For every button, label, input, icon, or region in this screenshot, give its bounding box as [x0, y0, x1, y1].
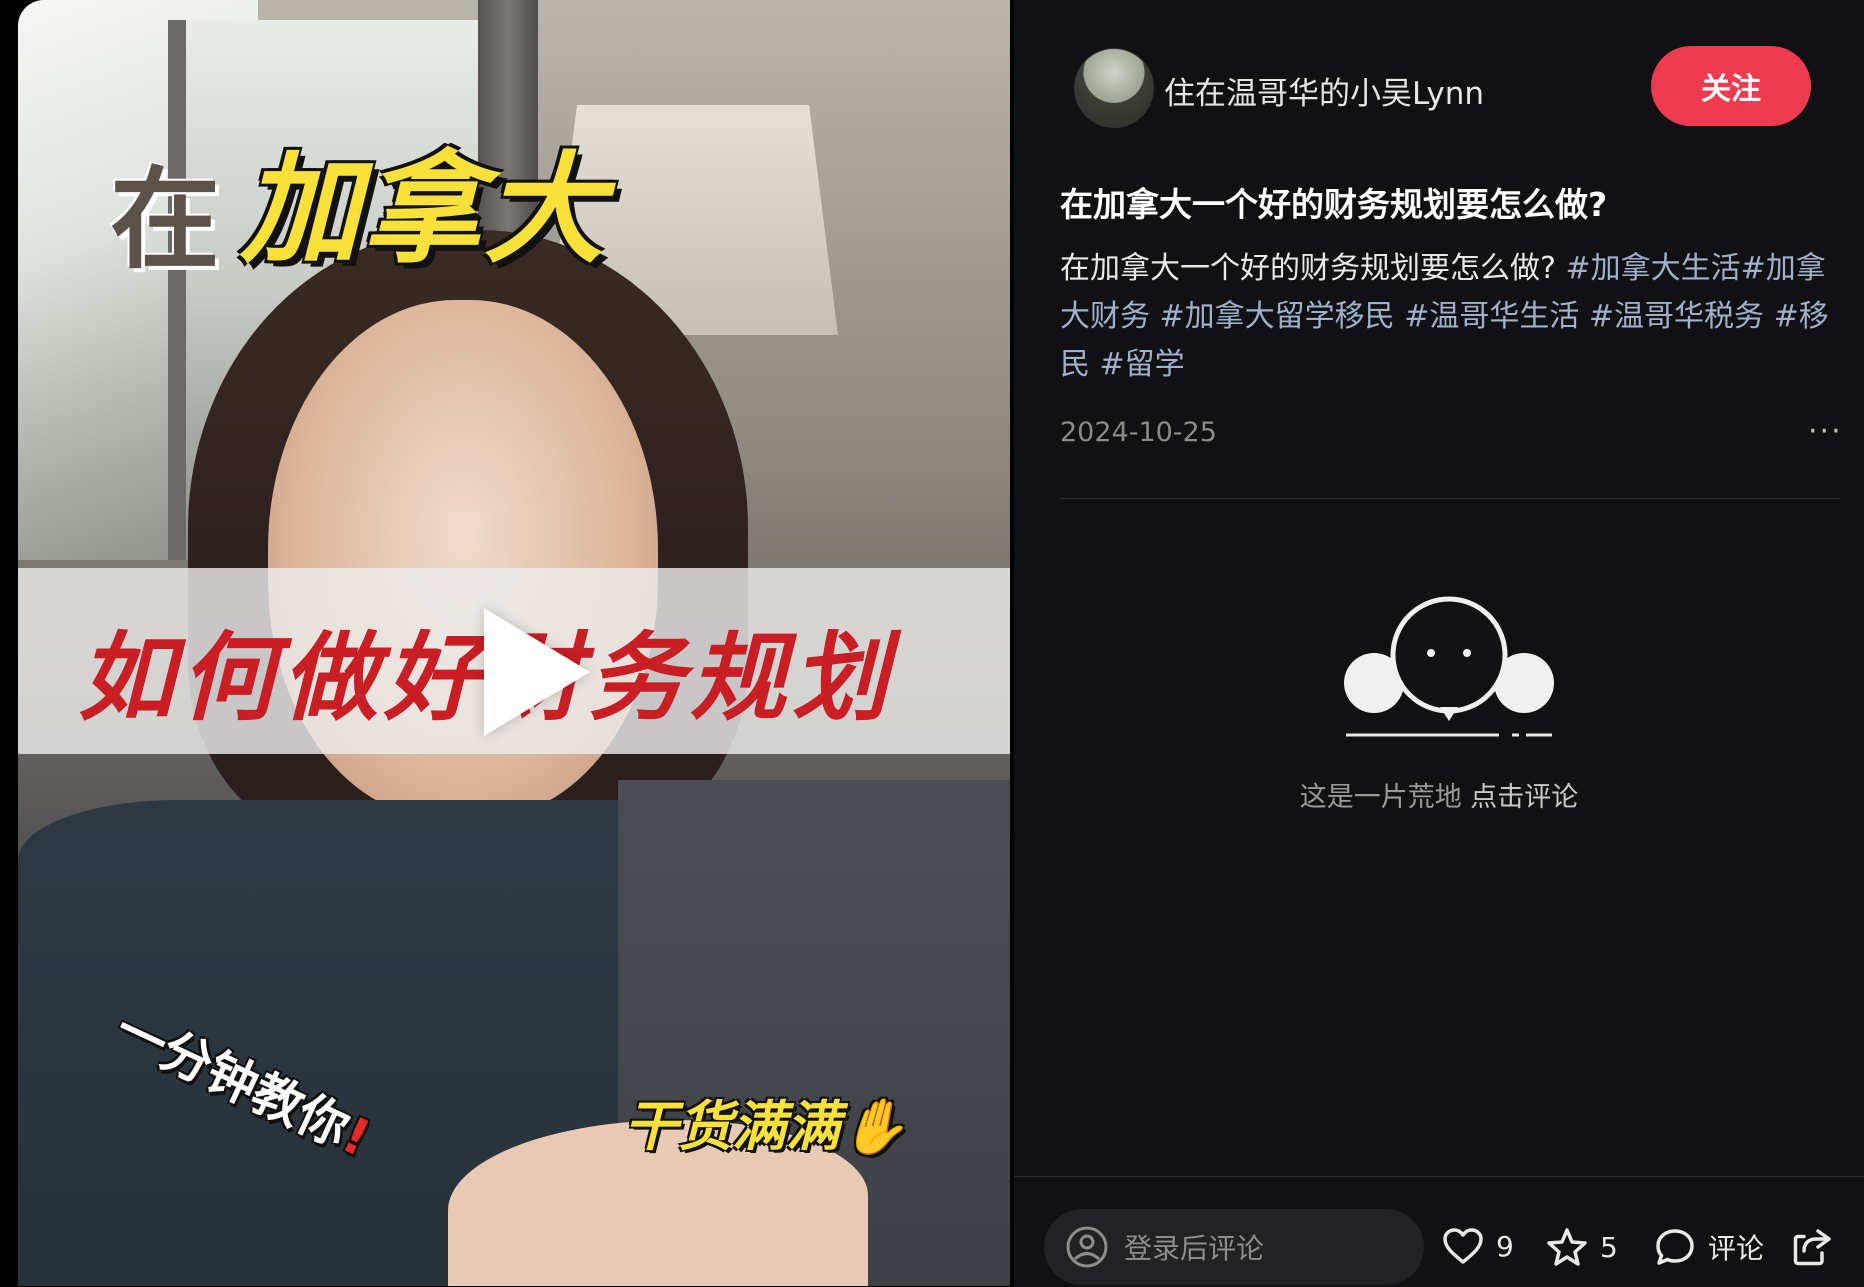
- comment-label: 评论: [1708, 1232, 1765, 1265]
- click-to-comment-link[interactable]: 点击评论: [1470, 782, 1578, 813]
- post-description: 在加拿大一个好的财务规划要怎么做? #加拿大生活#加拿大财务 #加拿大留学移民 …: [1060, 245, 1850, 389]
- page: 在 加拿大 如何做好财务规划 一分钟教你! 干货满满✋ 住在温哥华的小吴Lynn…: [0, 0, 1864, 1287]
- like-button[interactable]: 9: [1442, 1227, 1514, 1265]
- like-count: 9: [1496, 1229, 1514, 1263]
- video-caption-canada: 加拿大: [240, 141, 606, 280]
- divider: [1060, 498, 1840, 499]
- play-icon[interactable]: [484, 608, 590, 736]
- favorite-button[interactable]: 5: [1546, 1227, 1618, 1267]
- video-caption-full: 干货满满✋: [624, 1095, 908, 1158]
- more-options-icon[interactable]: ···: [1808, 414, 1843, 449]
- favorite-count: 5: [1600, 1230, 1618, 1264]
- share-button[interactable]: [1792, 1227, 1832, 1267]
- heart-icon: [1443, 1228, 1483, 1264]
- post-detail-panel: 住在温哥华的小吴Lynn 关注 在加拿大一个好的财务规划要怎么做? 在加拿大一个…: [1014, 0, 1864, 1287]
- empty-comments-label: 这是一片荒地: [1299, 782, 1462, 813]
- follow-button[interactable]: 关注: [1651, 46, 1811, 126]
- user-icon: [1066, 1226, 1108, 1268]
- comment-input[interactable]: 登录后评论: [1044, 1209, 1424, 1285]
- hashtag-link[interactable]: #加拿大留学移民: [1160, 299, 1395, 334]
- bottom-action-bar: 登录后评论 9 5 评论: [1014, 1176, 1864, 1287]
- video-player[interactable]: 在 加拿大 如何做好财务规划 一分钟教你! 干货满满✋: [18, 0, 1010, 1286]
- post-date: 2024-10-25: [1060, 417, 1217, 448]
- hashtag-link[interactable]: #温哥华税务: [1589, 299, 1764, 334]
- comment-bubble-icon: [1656, 1229, 1694, 1265]
- hashtag-link[interactable]: #温哥华生活: [1404, 299, 1579, 334]
- post-description-text: 在加拿大一个好的财务规划要怎么做?: [1060, 251, 1556, 286]
- comment-button[interactable]: 评论: [1654, 1227, 1764, 1267]
- hashtag-link[interactable]: #加拿大生活: [1565, 251, 1740, 286]
- author-avatar[interactable]: [1074, 48, 1154, 128]
- empty-comments-icon: [1344, 596, 1554, 737]
- video-caption-zai: 在: [110, 155, 224, 284]
- star-icon: [1547, 1228, 1587, 1266]
- share-icon: [1793, 1229, 1831, 1266]
- post-title: 在加拿大一个好的财务规划要怎么做?: [1060, 185, 1608, 224]
- hashtag-link[interactable]: #留学: [1100, 347, 1185, 382]
- empty-comments-text: 这是一片荒地 点击评论: [1014, 775, 1864, 814]
- comment-input-placeholder: 登录后评论: [1124, 1232, 1265, 1265]
- author-name[interactable]: 住在温哥华的小吴Lynn: [1164, 68, 1484, 113]
